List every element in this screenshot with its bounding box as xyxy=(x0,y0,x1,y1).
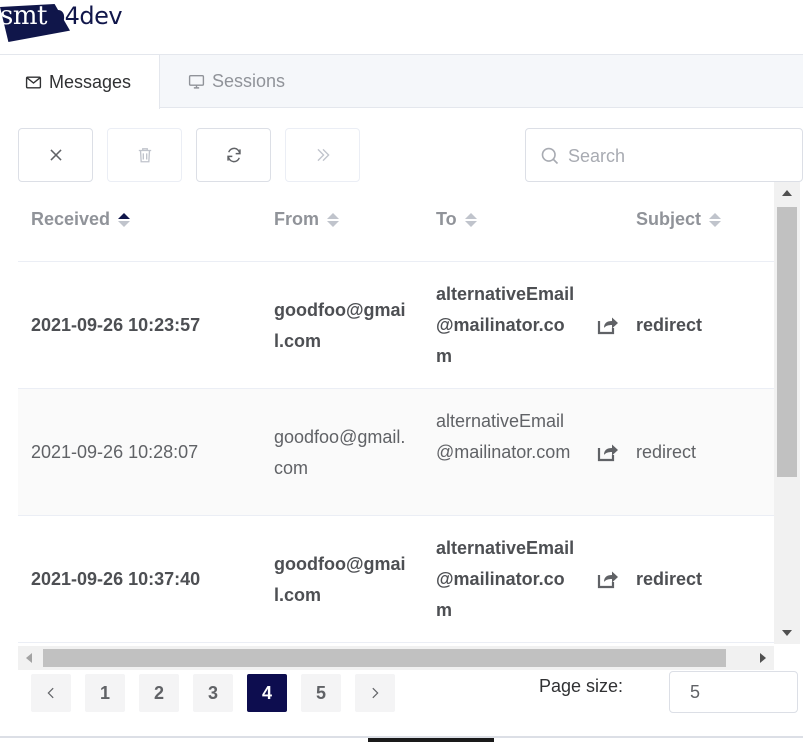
subject-cell: redirect xyxy=(636,569,703,589)
monitor-icon xyxy=(188,74,205,89)
to-cell: alternativeEmail@mailinator.com xyxy=(436,411,571,462)
column-label: From xyxy=(274,209,319,229)
tab-bar: Messages Sessions xyxy=(0,54,803,109)
column-header-received[interactable]: Received xyxy=(31,209,131,230)
column-label: To xyxy=(436,209,457,229)
sort-caret-icon[interactable] xyxy=(327,212,339,227)
vertical-scroll-thumb[interactable] xyxy=(777,207,797,477)
relay-button[interactable] xyxy=(285,128,360,182)
page-button-3[interactable]: 3 xyxy=(193,674,233,712)
sort-caret-icon[interactable] xyxy=(709,212,722,227)
envelope-icon xyxy=(25,75,42,89)
tab-sessions-label: Sessions xyxy=(212,70,286,91)
logo-text: smtp4dev xyxy=(0,1,123,31)
page-size-input[interactable]: 5 xyxy=(669,671,798,713)
column-header-from[interactable]: From xyxy=(274,209,339,230)
delete-button[interactable] xyxy=(107,128,182,182)
scroll-left-arrow-icon[interactable] xyxy=(26,653,32,663)
column-label: Subject xyxy=(636,209,702,229)
table-row[interactable]: 2021-09-26 10:37:40 goodfoo@gmail.com al… xyxy=(18,516,774,643)
from-cell: goodfoo@gmail.com xyxy=(274,300,406,351)
prev-page-button[interactable] xyxy=(31,674,71,712)
bottom-edge-bar xyxy=(368,738,494,742)
sort-caret-icon[interactable] xyxy=(118,212,131,227)
refresh-button[interactable] xyxy=(196,128,271,182)
page-button-5[interactable]: 5 xyxy=(301,674,341,712)
scroll-right-arrow-icon[interactable] xyxy=(760,653,766,663)
column-label: Received xyxy=(31,209,111,229)
chevron-right-icon xyxy=(372,687,379,699)
column-header-subject[interactable]: Subject xyxy=(636,209,722,230)
page-size-label: Page size: xyxy=(539,676,624,696)
app-logo: smtp4dev xyxy=(0,0,140,44)
scroll-up-arrow-icon[interactable] xyxy=(782,190,792,196)
trash-icon xyxy=(138,148,151,163)
from-cell: goodfoo@gmail.com xyxy=(274,427,406,478)
subject-cell: redirect xyxy=(636,315,703,335)
received-cell: 2021-09-26 10:28:07 xyxy=(31,442,199,462)
refresh-icon xyxy=(226,147,241,163)
table-row[interactable]: 2021-09-26 10:23:57 goodfoo@gmail.com al… xyxy=(18,262,774,389)
sort-caret-icon[interactable] xyxy=(464,212,477,227)
table-row[interactable]: 2021-09-26 10:28:07 goodfoo@gmail.com al… xyxy=(18,389,774,516)
close-icon xyxy=(49,149,62,161)
share-icon xyxy=(596,313,620,337)
horizontal-scroll-thumb[interactable] xyxy=(43,649,726,667)
to-cell: alternativeEmail@mailinator.com xyxy=(436,538,575,620)
page-button-2[interactable]: 2 xyxy=(139,674,179,712)
received-cell: 2021-09-26 10:23:57 xyxy=(31,315,201,335)
received-cell: 2021-09-26 10:37:40 xyxy=(31,569,201,589)
messages-table: Received From To Subject 2021-09-26 10:2… xyxy=(18,182,774,644)
column-header-to[interactable]: To xyxy=(436,209,477,230)
table-header: Received From To Subject xyxy=(18,182,774,262)
tab-messages[interactable]: Messages xyxy=(0,54,160,109)
search-icon xyxy=(541,147,559,165)
double-chevron-right-icon xyxy=(316,148,330,162)
close-button[interactable] xyxy=(18,128,93,182)
from-cell: goodfoo@gmail.com xyxy=(274,554,406,605)
chevron-left-icon xyxy=(47,687,54,699)
tab-sessions[interactable]: Sessions xyxy=(163,54,310,108)
share-icon xyxy=(596,567,620,591)
search-input[interactable] xyxy=(568,141,788,171)
next-page-button[interactable] xyxy=(355,674,395,712)
search-box xyxy=(525,128,803,182)
scroll-down-arrow-icon[interactable] xyxy=(782,630,792,636)
page-button-4[interactable]: 4 xyxy=(247,674,287,712)
page-button-1[interactable]: 1 xyxy=(85,674,125,712)
vertical-scrollbar[interactable] xyxy=(774,182,800,644)
tab-messages-label: Messages xyxy=(49,71,132,92)
horizontal-scrollbar[interactable] xyxy=(18,646,774,670)
subject-cell: redirect xyxy=(636,442,697,462)
to-cell: alternativeEmail@mailinator.com xyxy=(436,284,575,366)
share-icon xyxy=(596,440,620,464)
